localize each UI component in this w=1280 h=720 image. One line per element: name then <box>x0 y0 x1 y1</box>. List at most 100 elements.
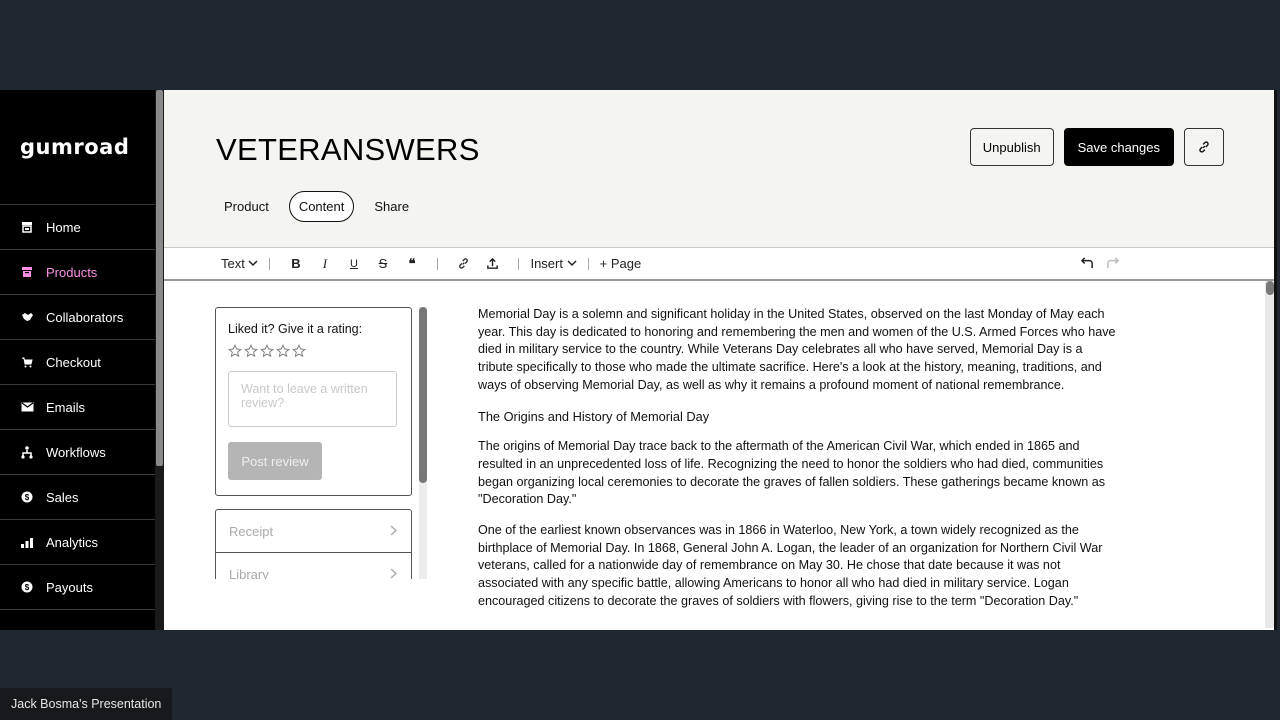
sidebar-item-workflows[interactable]: Workflows <box>0 430 155 475</box>
product-tabs: Product Content Share <box>214 191 419 222</box>
sidebar-item-payouts[interactable]: $ Payouts <box>0 565 155 610</box>
content-links: Receipt Library <box>215 509 415 579</box>
sidebar-item-label: Analytics <box>46 534 99 550</box>
content-scrollbar-thumb[interactable] <box>1266 281 1274 295</box>
toolbar-divider <box>587 257 589 270</box>
sidebar-item-home[interactable]: Home <box>0 205 155 250</box>
upload-button[interactable] <box>478 257 507 270</box>
sidebar-item-products[interactable]: Products <box>0 250 155 295</box>
gumroad-logo[interactable]: gumroad <box>0 90 155 205</box>
editor-toolbar: Text B I U S ❝ Insert + Page <box>164 248 1274 281</box>
text-style-dropdown[interactable]: Text <box>221 256 258 271</box>
handshake-icon <box>20 310 34 324</box>
star-icon[interactable] <box>244 344 258 361</box>
star-icon[interactable] <box>276 344 290 361</box>
toolbar-divider <box>269 257 271 270</box>
sidebar-item-label: Workflows <box>46 444 106 460</box>
star-icon[interactable] <box>292 344 306 361</box>
svg-text:$: $ <box>25 583 30 592</box>
star-icon[interactable] <box>260 344 274 361</box>
envelope-icon <box>20 400 34 414</box>
bold-button[interactable]: B <box>281 256 310 271</box>
chevron-right-icon <box>390 524 398 539</box>
page-header: VETERANSWERS Unpublish Save changes Prod… <box>164 90 1274 248</box>
upload-icon <box>487 257 499 269</box>
insert-dropdown[interactable]: Insert <box>530 256 577 271</box>
editor-content: Liked it? Give it a rating: Post review … <box>164 281 1274 628</box>
sidebar-item-label: Collaborators <box>46 309 124 325</box>
star-icon[interactable] <box>228 344 242 361</box>
rating-label: Liked it? Give it a rating: <box>228 322 363 336</box>
save-changes-button[interactable]: Save changes <box>1063 128 1174 166</box>
document-paragraph: Memorial Day is a solemn and significant… <box>478 307 1116 392</box>
link-label: Receipt <box>229 523 274 539</box>
post-review-button[interactable]: Post review <box>228 442 322 480</box>
sidebar-item-checkout[interactable]: Checkout <box>0 340 155 385</box>
dollar-circle-icon: $ <box>20 580 34 594</box>
toolbar-divider <box>437 257 439 270</box>
strikethrough-button[interactable]: S <box>368 256 397 271</box>
redo-icon <box>1107 257 1120 269</box>
main-panel: VETERANSWERS Unpublish Save changes Prod… <box>164 90 1277 630</box>
sidebar-item-collaborators[interactable]: Collaborators <box>0 295 155 340</box>
archive-icon <box>20 265 34 279</box>
sidebar-item-label: Checkout <box>46 354 101 370</box>
sidebar: gumroad Home Products Collaborators Checkou… <box>0 90 155 630</box>
sidebar-panel-scrollbar[interactable] <box>419 307 427 579</box>
sidebar-nav: Home Products Collaborators Checkout Emails W… <box>0 205 155 610</box>
header-actions: Unpublish Save changes <box>969 128 1224 166</box>
chevron-down-icon <box>567 260 577 267</box>
workflow-icon <box>20 445 34 459</box>
sidebar-item-label: Home <box>46 219 81 235</box>
content-scrollbar[interactable] <box>1265 281 1274 628</box>
link-library[interactable]: Library <box>216 553 411 579</box>
sidebar-item-analytics[interactable]: Analytics <box>0 520 155 565</box>
svg-text:$: $ <box>25 493 30 502</box>
document-heading: The Origins and History of Memorial Day <box>478 408 710 424</box>
bar-chart-icon <box>20 535 34 549</box>
link-icon <box>1199 141 1209 153</box>
unpublish-button[interactable]: Unpublish <box>969 128 1054 166</box>
shared-screen: gumroad Home Products Collaborators Checkou… <box>0 90 1280 630</box>
dollar-circle-icon: $ <box>20 490 34 504</box>
tab-share[interactable]: Share <box>364 191 419 222</box>
sidebar-panel-scrollbar-thumb[interactable] <box>419 307 427 483</box>
link-label: Library <box>229 566 269 580</box>
sidebar-item-emails[interactable]: Emails <box>0 385 155 430</box>
presenter-label: Jack Bosma's Presentation <box>0 688 173 720</box>
link-receipt[interactable]: Receipt <box>216 510 411 553</box>
chevron-down-icon <box>248 260 258 267</box>
star-rating[interactable] <box>228 344 399 361</box>
insert-link-button[interactable] <box>449 257 478 270</box>
sidebar-item-label: Payouts <box>46 579 93 595</box>
quote-button[interactable]: ❝ <box>397 256 426 272</box>
review-textarea[interactable] <box>228 371 397 427</box>
undo-icon <box>1080 257 1093 269</box>
sidebar-item-label: Products <box>46 264 98 280</box>
review-card: Liked it? Give it a rating: Post review <box>215 307 412 496</box>
link-icon <box>459 258 469 269</box>
tab-content[interactable]: Content <box>288 191 355 222</box>
redo-button[interactable] <box>1106 256 1120 272</box>
underline-button[interactable]: U <box>339 258 368 270</box>
page-title: VETERANSWERS <box>216 132 480 167</box>
italic-button[interactable]: I <box>310 256 339 272</box>
history-controls <box>1080 256 1120 272</box>
store-icon <box>20 220 34 234</box>
document-body[interactable]: Memorial Day is a solemn and significant… <box>478 306 1118 624</box>
sidebar-scrollbar-thumb[interactable] <box>156 90 163 466</box>
sidebar-item-label: Sales <box>46 489 79 505</box>
add-page-button[interactable]: + Page <box>600 256 642 271</box>
cart-icon <box>20 355 34 369</box>
toolbar-divider <box>518 257 520 270</box>
undo-button[interactable] <box>1080 256 1094 272</box>
sidebar-scrollbar[interactable] <box>155 90 164 630</box>
document-paragraph: One of the earliest known observances wa… <box>478 523 1103 608</box>
copy-link-button[interactable] <box>1184 128 1224 166</box>
content-links-list: Receipt Library <box>215 509 412 579</box>
sidebar-item-sales[interactable]: $ Sales <box>0 475 155 520</box>
document-paragraph: The origins of Memorial Day trace back t… <box>478 439 1106 507</box>
chevron-right-icon <box>390 567 398 580</box>
tab-product[interactable]: Product <box>214 191 279 222</box>
sidebar-item-label: Emails <box>46 399 86 415</box>
